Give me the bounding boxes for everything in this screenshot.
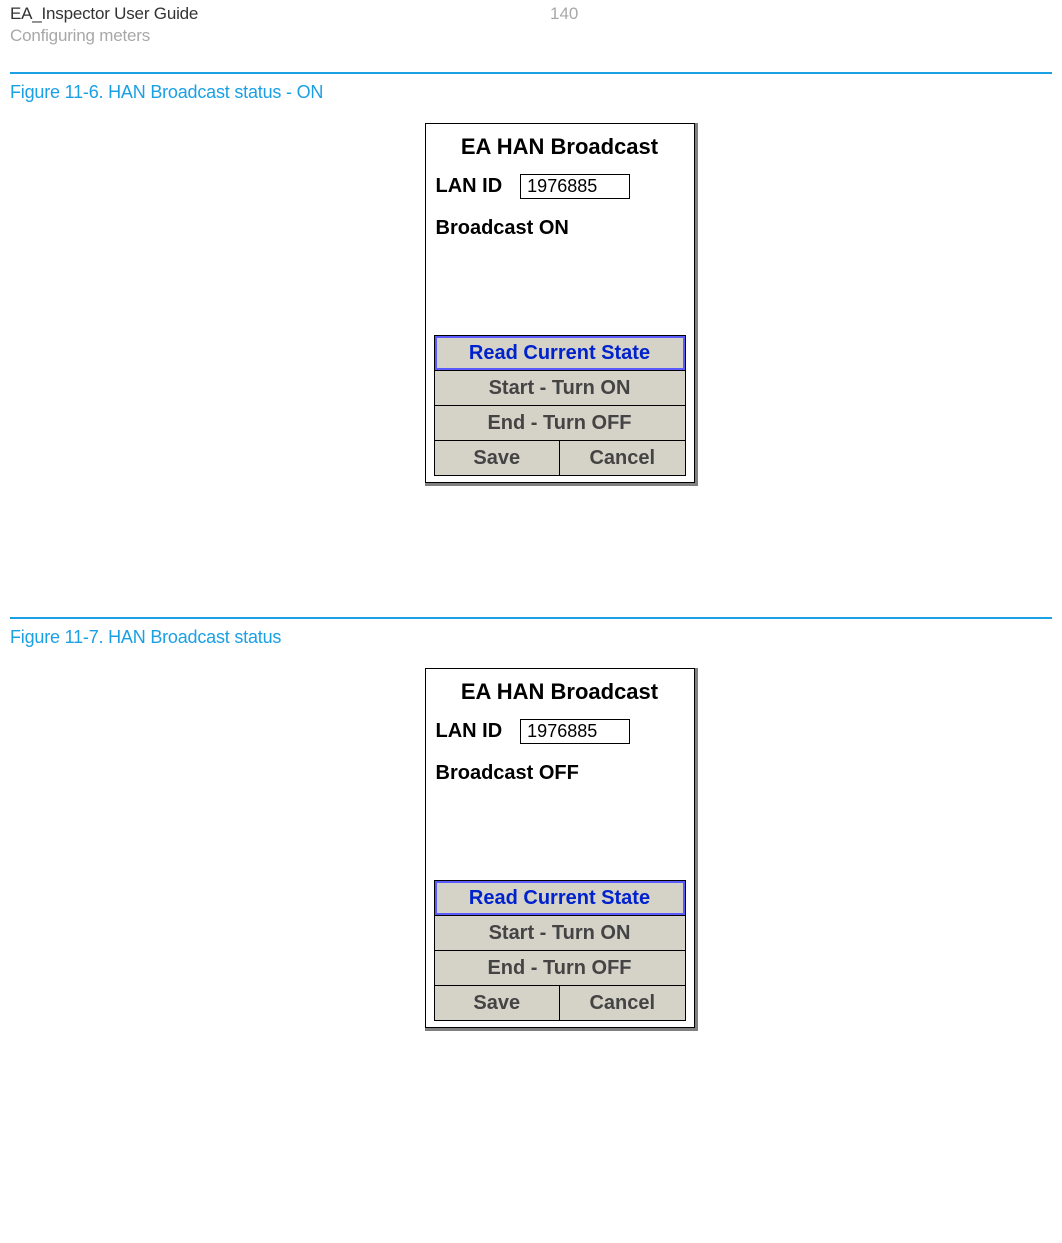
- han-broadcast-panel-off: EA HAN Broadcast LAN ID Broadcast OFF Re…: [425, 668, 695, 1028]
- panel-title: EA HAN Broadcast: [434, 134, 686, 160]
- doc-subtitle: Configuring meters: [10, 26, 550, 46]
- lan-id-label: LAN ID: [436, 720, 503, 743]
- cancel-button[interactable]: Cancel: [560, 986, 685, 1020]
- page-number: 140: [550, 4, 578, 46]
- lan-id-label: LAN ID: [436, 175, 503, 198]
- figure-caption-1: Figure 11-6. HAN Broadcast status - ON: [10, 82, 1052, 103]
- read-current-state-button[interactable]: Read Current State: [435, 336, 685, 371]
- page-header: EA_Inspector User Guide Configuring mete…: [10, 0, 1052, 46]
- divider: [10, 72, 1052, 74]
- cancel-button[interactable]: Cancel: [560, 441, 685, 475]
- start-turn-on-button[interactable]: Start - Turn ON: [435, 371, 685, 406]
- panel-title: EA HAN Broadcast: [434, 679, 686, 705]
- broadcast-status: Broadcast OFF: [436, 762, 686, 785]
- save-button[interactable]: Save: [435, 986, 561, 1020]
- start-turn-on-button[interactable]: Start - Turn ON: [435, 916, 685, 951]
- read-current-state-button[interactable]: Read Current State: [435, 881, 685, 916]
- broadcast-status: Broadcast ON: [436, 217, 686, 240]
- divider: [10, 617, 1052, 619]
- figure-caption-2: Figure 11-7. HAN Broadcast status: [10, 627, 1052, 648]
- end-turn-off-button[interactable]: End - Turn OFF: [435, 951, 685, 986]
- save-button[interactable]: Save: [435, 441, 561, 475]
- end-turn-off-button[interactable]: End - Turn OFF: [435, 406, 685, 441]
- han-broadcast-panel-on: EA HAN Broadcast LAN ID Broadcast ON Rea…: [425, 123, 695, 483]
- doc-title: EA_Inspector User Guide: [10, 4, 550, 24]
- lan-id-input[interactable]: [520, 719, 630, 744]
- lan-id-input[interactable]: [520, 174, 630, 199]
